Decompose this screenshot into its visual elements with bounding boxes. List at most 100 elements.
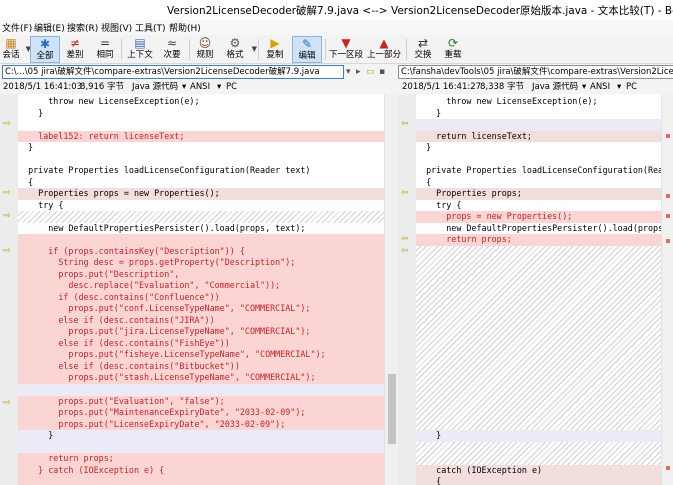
menu-view[interactable]: 视图(V) [101, 21, 132, 34]
code-line-added: else if (desc.contains("Bitbucket")) [18, 360, 386, 372]
code-line-changed: Properties props; [416, 188, 661, 200]
code-line-added: if (desc.contains("Confluence")) [18, 291, 386, 303]
copy-to-left-arrow-icon[interactable]: ⇦ [401, 234, 409, 245]
code-line-changed: label152: return licenseText; [18, 130, 386, 142]
previous-section-button[interactable]: ▲ 上一部分 [366, 36, 402, 63]
swap-icon: ⇄ [417, 36, 429, 50]
missing-lines-placeholder [416, 441, 661, 465]
right-line-end[interactable]: PC [626, 80, 637, 94]
left-folder-icon[interactable]: ▭ [366, 65, 375, 79]
window-title: Version2LicenseDecoder破解7.9.java <--> Ve… [167, 5, 673, 17]
right-vertical-scrollbar[interactable] [661, 94, 673, 485]
code-line-added: props.put("conf.LicenseTypeName", "COMME… [18, 303, 386, 315]
toolbar-separator [406, 39, 407, 60]
code-line: } [18, 430, 386, 442]
left-path-field[interactable]: C:\...\05 jira\破解文件\compare-extras\Versi… [2, 65, 344, 79]
menu-bar: 文件(F) 编辑(E) 搜索(R) 视图(V) 工具(T) 帮助(H) [0, 20, 673, 35]
code-line: } [18, 107, 44, 118]
code-line-added: props.put("jira.LicenseTypeName", "COMME… [18, 326, 386, 338]
code-line-added: return props; [416, 234, 661, 246]
arrow-down-icon: ▼ [341, 36, 351, 50]
copy-to-right-arrow-icon[interactable]: ⇨ [3, 211, 11, 222]
toolbar-separator [325, 39, 326, 60]
left-code-pane[interactable]: throw new LicenseException(e); } label15… [18, 94, 386, 485]
show-differences-button[interactable]: ≠ 差别 [62, 36, 88, 63]
chevron-down-icon[interactable]: ▾ [182, 80, 186, 94]
left-path-row: C:\...\05 jira\破解文件\compare-extras\Versi… [0, 64, 396, 80]
copy-to-left-arrow-icon[interactable]: ⇦ [401, 188, 409, 199]
left-line-end[interactable]: PC [226, 80, 237, 94]
diff-marker [666, 134, 670, 138]
code-line: private Properties loadLicenseConfigurat… [426, 165, 661, 175]
diff-marker [666, 239, 670, 243]
code-line: } [416, 142, 432, 152]
context-button[interactable]: ▤ 上下文 [124, 36, 156, 63]
left-save-icon[interactable]: ▪ [379, 65, 385, 79]
code-line-changed: } catch (IOException e) { [18, 464, 386, 476]
code-line-added: desc.replace("Evaluation", "Commercial")… [18, 280, 386, 292]
missing-line-placeholder [18, 211, 386, 223]
right-language-select[interactable]: Java 源代码 [532, 80, 578, 94]
menu-help[interactable]: 帮助(H) [169, 21, 201, 34]
added-block [18, 476, 386, 485]
asterisk-icon: ✱ [39, 37, 51, 51]
code-line: { [18, 176, 34, 187]
format-button[interactable]: ⚙ 格式 ▼ [222, 36, 257, 63]
swap-button[interactable]: ⇄ 交换 [410, 36, 436, 63]
reload-icon: ⟳ [447, 36, 459, 50]
right-code-pane[interactable]: throw new LicenseException(e); } return … [416, 94, 661, 485]
code-line-added: props.put("Evaluation", "false"); [18, 395, 386, 407]
code-line-added: props.put("LicenseExpiryDate", "2033-02-… [18, 418, 386, 430]
chevron-down-icon[interactable]: ▾ [617, 80, 621, 94]
copy-to-right-arrow-icon[interactable]: ⇨ [3, 188, 11, 199]
right-encoding-select[interactable]: ANSI [590, 80, 610, 94]
next-section-button[interactable]: ▼ 下一区段 [328, 36, 364, 63]
right-info-row: 2018/5/1 16:41:27 8,338 字节 Java 源代码 ▾ AN… [396, 80, 673, 94]
menu-tools[interactable]: 工具(T) [135, 21, 166, 34]
show-all-button[interactable]: ✱ 全部 [30, 36, 60, 63]
copy-to-right-arrow-icon[interactable]: ⇨ [3, 246, 11, 257]
left-language-select[interactable]: Java 源代码 [132, 80, 178, 94]
right-timestamp: 2018/5/1 16:41:27 [402, 82, 482, 92]
session-button[interactable]: ▦ 会话 ▼ [0, 36, 31, 63]
left-info-row: 2018/5/1 16:41:03 8,916 字节 Java 源代码 ▾ AN… [0, 80, 396, 94]
equal-icon: = [99, 36, 111, 50]
minor-button[interactable]: ≈ 次要 [159, 36, 185, 63]
rules-button[interactable]: ☺ 规则 [192, 36, 218, 63]
copy-to-left-arrow-icon[interactable]: ⇦ [401, 119, 409, 130]
scrollbar-thumb[interactable] [388, 374, 396, 444]
toolbar-separator [258, 39, 259, 60]
gap-block [18, 384, 386, 396]
menu-edit[interactable]: 编辑(E) [34, 21, 65, 34]
diff-marker [666, 194, 670, 198]
approx-icon: ≈ [166, 36, 178, 50]
pencil-icon: ✎ [301, 37, 313, 51]
chevron-down-icon[interactable]: ▾ [217, 80, 221, 94]
copy-button[interactable]: ▶ 复制 [262, 36, 288, 63]
not-equal-icon: ≠ [69, 36, 81, 50]
chevron-down-icon[interactable]: ▾ [582, 80, 586, 94]
copy-to-right-arrow-icon[interactable]: ⇨ [3, 119, 11, 130]
diff-marker [666, 214, 670, 218]
code-line-added: props.put("Description", [18, 268, 386, 280]
show-same-button[interactable]: = 相同 [92, 36, 118, 63]
copy-to-right-arrow-icon[interactable]: ⇨ [3, 398, 11, 409]
left-gutter: ⇨ ⇨ ⇨ ⇨ ⇨ [0, 94, 18, 485]
left-history-icon[interactable]: ▸ [356, 65, 361, 79]
copy-to-left-arrow-icon[interactable]: ⇦ [401, 246, 409, 257]
code-line: new DefaultPropertiesPersister().load(pr… [446, 222, 661, 233]
reload-button[interactable]: ⟳ 重载 [440, 36, 466, 63]
edit-button[interactable]: ✎ 编辑 [292, 36, 322, 63]
right-gutter: ⇦ ⇦ ⇦ ⇦ [398, 94, 416, 485]
missing-lines-placeholder [416, 245, 661, 430]
right-path-field[interactable]: C:\fansha\devTools\05 jira\破解文件\compare-… [398, 65, 673, 79]
code-line: } [416, 430, 661, 442]
left-encoding-select[interactable]: ANSI [190, 80, 210, 94]
left-vertical-scrollbar[interactable] [384, 94, 398, 485]
left-file-size: 8,916 字节 [80, 82, 125, 92]
code-line-added: props.put("MaintenanceExpiryDate", "2033… [18, 407, 386, 419]
menu-file[interactable]: 文件(F) [2, 21, 32, 34]
menu-search[interactable]: 搜索(R) [67, 21, 98, 34]
context-icon: ▤ [134, 36, 146, 50]
left-path-dropdown-icon[interactable]: ▾ [346, 65, 351, 79]
